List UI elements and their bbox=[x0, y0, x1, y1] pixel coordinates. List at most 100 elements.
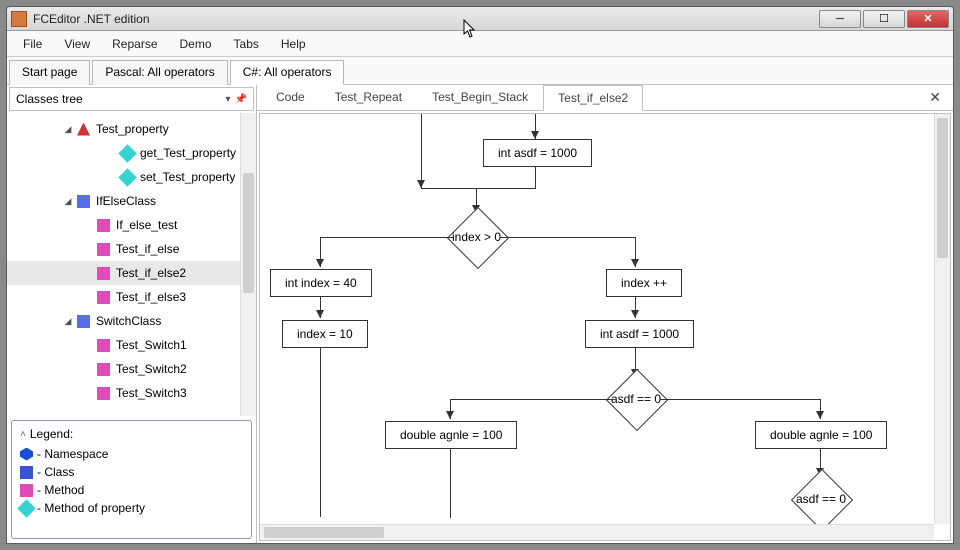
scrollbar-thumb[interactable] bbox=[937, 118, 948, 258]
classes-tree: ◢ Test_property get_Test_property set_Test_… bbox=[7, 113, 256, 409]
node-text: double agnle = 100 bbox=[770, 428, 872, 442]
menu-tabs[interactable]: Tabs bbox=[224, 33, 269, 55]
node-text: index = 10 bbox=[297, 327, 353, 341]
flow-node[interactable]: int asdf = 1000 bbox=[483, 139, 592, 167]
legend-title-text: Legend: bbox=[30, 427, 73, 441]
code-tab-test-repeat[interactable]: Test_Repeat bbox=[320, 84, 417, 110]
tree-item-label: Test_if_else3 bbox=[116, 290, 186, 304]
tree-item-label: Test_Switch1 bbox=[116, 338, 187, 352]
file-tab-csharp[interactable]: C#: All operators bbox=[230, 60, 345, 85]
scrollbar-thumb[interactable] bbox=[243, 173, 254, 293]
node-text: int asdf = 1000 bbox=[600, 327, 679, 341]
collapse-icon[interactable]: ˄ bbox=[20, 429, 26, 440]
flow-node[interactable]: index ++ bbox=[606, 269, 682, 297]
flowchart-canvas[interactable]: int asdf = 1000 index > 0 bbox=[259, 113, 951, 541]
method-icon bbox=[97, 219, 110, 232]
method-icon bbox=[20, 484, 33, 497]
minimize-button[interactable]: ─ bbox=[819, 10, 861, 28]
method-icon bbox=[97, 243, 110, 256]
tree-item-label: get_Test_property bbox=[140, 146, 236, 160]
arrow-icon bbox=[446, 411, 454, 419]
code-tab-test-begin-stack[interactable]: Test_Begin_Stack bbox=[417, 84, 543, 110]
close-button[interactable]: ✕ bbox=[907, 10, 949, 28]
flow-node[interactable]: int index = 40 bbox=[270, 269, 372, 297]
dropdown-icon[interactable]: ▾ bbox=[226, 94, 231, 105]
flow-node[interactable]: double agnle = 100 bbox=[755, 421, 887, 449]
sidebar-scrollbar[interactable] bbox=[240, 113, 256, 416]
arrow-icon bbox=[417, 180, 425, 188]
legend-row: - Class bbox=[20, 463, 243, 481]
legend-label: - Method bbox=[37, 483, 84, 497]
scrollbar-thumb[interactable] bbox=[264, 527, 384, 538]
code-tab-code[interactable]: Code bbox=[261, 84, 320, 110]
tree-item-test-switch3[interactable]: Test_Switch3 bbox=[7, 381, 256, 405]
expander-icon[interactable]: ◢ bbox=[63, 316, 73, 327]
tree-item-label: Test_Switch3 bbox=[116, 386, 187, 400]
expander-icon[interactable]: ◢ bbox=[63, 196, 73, 207]
tree-item-label: set_Test_property bbox=[140, 170, 235, 184]
tree-item-test-if-else3[interactable]: Test_if_else3 bbox=[7, 285, 256, 309]
tree-item-label: Test_property bbox=[96, 122, 169, 136]
sidebar-panel-header[interactable]: Classes tree ▾ 📌 bbox=[9, 87, 254, 111]
method-icon bbox=[97, 363, 110, 376]
code-tab-test-if-else2[interactable]: Test_if_else2 bbox=[543, 85, 643, 111]
method-icon bbox=[97, 387, 110, 400]
tree-item-test-if-else[interactable]: Test_if_else bbox=[7, 237, 256, 261]
canvas-vscrollbar[interactable] bbox=[934, 114, 950, 524]
prop-icon bbox=[17, 499, 35, 517]
tree-item-get-test-property[interactable]: get_Test_property bbox=[7, 141, 256, 165]
main-area: Code Test_Repeat Test_Begin_Stack Test_i… bbox=[257, 85, 953, 543]
node-text: double agnle = 100 bbox=[400, 428, 502, 442]
tree-item-label: Test_if_else bbox=[116, 242, 179, 256]
menu-demo[interactable]: Demo bbox=[170, 33, 222, 55]
maximize-button[interactable]: ☐ bbox=[863, 10, 905, 28]
file-tab-start[interactable]: Start page bbox=[9, 60, 90, 85]
arrow-icon bbox=[631, 259, 639, 267]
menu-file[interactable]: File bbox=[13, 33, 52, 55]
flow-node[interactable]: int asdf = 1000 bbox=[585, 320, 694, 348]
class2-icon bbox=[77, 195, 90, 208]
menu-reparse[interactable]: Reparse bbox=[102, 33, 167, 55]
flow-line bbox=[320, 347, 321, 517]
legend-title: ˄ Legend: bbox=[20, 427, 243, 441]
flow-node[interactable]: index = 10 bbox=[282, 320, 368, 348]
tab-close-button[interactable]: ✕ bbox=[921, 85, 949, 110]
window-title: FCEditor .NET edition bbox=[33, 12, 819, 26]
tree-item-test-if-else2[interactable]: Test_if_else2 bbox=[7, 261, 256, 285]
app-icon bbox=[11, 11, 27, 27]
ns-icon bbox=[20, 448, 33, 461]
flow-line bbox=[500, 237, 635, 238]
menu-help[interactable]: Help bbox=[271, 33, 316, 55]
pin-icon[interactable]: 📌 bbox=[235, 94, 247, 105]
legend-row: - Method bbox=[20, 481, 243, 499]
code-tabs: Code Test_Repeat Test_Begin_Stack Test_i… bbox=[257, 85, 953, 111]
node-text: int asdf = 1000 bbox=[498, 146, 577, 160]
sidebar-panel-title: Classes tree bbox=[16, 92, 222, 106]
tree-item-label: If_else_test bbox=[116, 218, 177, 232]
flow-line bbox=[450, 448, 451, 518]
tree-item-if-else-test[interactable]: If_else_test bbox=[7, 213, 256, 237]
tree-item-set-test-property[interactable]: set_Test_property bbox=[7, 165, 256, 189]
decision-text: asdf == 0 bbox=[611, 392, 661, 406]
menubar: File View Reparse Demo Tabs Help bbox=[7, 31, 953, 57]
tree-item-label: SwitchClass bbox=[96, 314, 161, 328]
sidebar: Classes tree ▾ 📌 ◢ Test_property get_Test_… bbox=[7, 85, 257, 543]
app-window: FCEditor .NET edition ─ ☐ ✕ File View Re… bbox=[6, 6, 954, 544]
prop-icon bbox=[118, 168, 136, 186]
file-tab-pascal[interactable]: Pascal: All operators bbox=[92, 60, 227, 85]
tree-item-switchclass[interactable]: ◢ SwitchClass bbox=[7, 309, 256, 333]
legend-label: - Class bbox=[37, 465, 74, 479]
tree-item-test-switch2[interactable]: Test_Switch2 bbox=[7, 357, 256, 381]
flow-node[interactable]: double agnle = 100 bbox=[385, 421, 517, 449]
titlebar[interactable]: FCEditor .NET edition ─ ☐ ✕ bbox=[7, 7, 953, 31]
menu-view[interactable]: View bbox=[54, 33, 100, 55]
tree-item-label: IfElseClass bbox=[96, 194, 156, 208]
class-icon bbox=[20, 466, 33, 479]
tree-container[interactable]: ◢ Test_property get_Test_property set_Test_… bbox=[7, 113, 256, 416]
canvas-hscrollbar[interactable] bbox=[260, 524, 934, 540]
tree-item-test-property[interactable]: ◢ Test_property bbox=[7, 117, 256, 141]
flow-line bbox=[421, 188, 536, 189]
tree-item-ifelseclass[interactable]: ◢ IfElseClass bbox=[7, 189, 256, 213]
tree-item-test-switch1[interactable]: Test_Switch1 bbox=[7, 333, 256, 357]
expander-icon[interactable]: ◢ bbox=[63, 124, 73, 135]
